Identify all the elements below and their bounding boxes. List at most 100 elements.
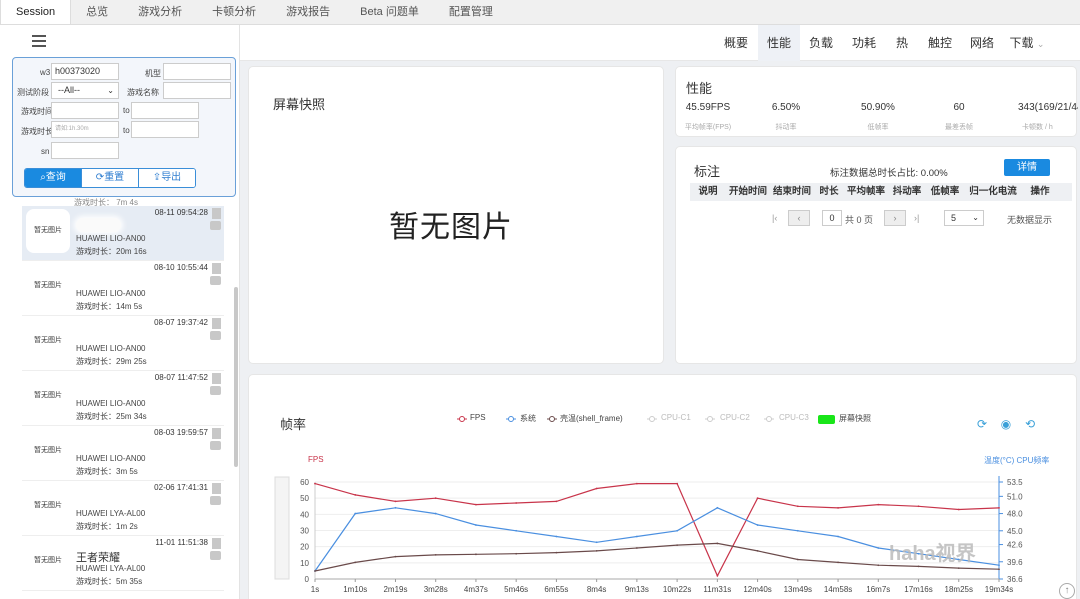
x-tick-label: 13m49s: [784, 585, 812, 594]
stage-select[interactable]: --All-- ⌄: [51, 82, 119, 99]
reset-button[interactable]: ⟳重置: [82, 169, 139, 187]
thumbnail-placeholder: 暂无图片: [26, 209, 70, 253]
data-point: [716, 542, 719, 545]
session-device: HUAWEI LIO-AN00: [76, 289, 146, 298]
tab-download[interactable]: 下载 ⌄: [1004, 25, 1050, 61]
w3-label: w3: [40, 68, 51, 77]
performance-card: 性能 45.59FPS 平均帧率(FPS) 6.50% 抖动率 50.90% 低…: [675, 66, 1078, 137]
thumbnail-placeholder: 暂无图片: [26, 264, 70, 308]
session-item[interactable]: 暂无图片 02-06 17:41:31 HUAWEI LYA-AL00 游戏时长…: [22, 481, 224, 536]
file-icon[interactable]: [212, 373, 221, 384]
session-item[interactable]: 暂无图片 08-11 09:54:28 HUAWEI LIO-AN00 游戏时长…: [22, 206, 224, 261]
tab-performance[interactable]: 性能: [758, 25, 800, 61]
tab-game-analysis[interactable]: 游戏分析: [123, 0, 197, 24]
data-point: [394, 500, 397, 503]
data-point: [595, 541, 598, 544]
query-button[interactable]: ⌕查询: [25, 169, 82, 187]
jank-count-value: 343(169/21/44: [1018, 102, 1078, 113]
game-length-end-input[interactable]: [131, 121, 199, 138]
file-icon[interactable]: [212, 263, 221, 274]
tab-jank-analysis[interactable]: 卡顿分析: [197, 0, 271, 24]
tab-beta-issues[interactable]: Beta 问题单: [345, 0, 434, 24]
y-tick-label: 10: [300, 559, 309, 568]
game-name-input[interactable]: [163, 82, 231, 99]
tab-overview[interactable]: 总览: [71, 0, 123, 24]
session-item[interactable]: 暂无图片 08-03 19:59:57 HUAWEI LIO-AN00 游戏时长…: [22, 426, 224, 481]
refresh-icon: ⟳: [95, 172, 105, 183]
game-time-start-input[interactable]: [51, 102, 119, 119]
tab-game-report[interactable]: 游戏报告: [271, 0, 345, 24]
tab-config[interactable]: 配置管理: [434, 0, 508, 24]
jitter-label: 抖动率: [775, 124, 797, 131]
tab-network[interactable]: 网络: [962, 25, 1002, 61]
y-right-tick-label: 53.5: [1007, 478, 1023, 487]
filter-actions: ⌕查询 ⟳重置 ⇪导出: [24, 168, 196, 188]
game-time-end-input[interactable]: [131, 102, 199, 119]
game-length-start-input[interactable]: 请如:1h.30m: [51, 121, 119, 138]
sn-input[interactable]: [51, 142, 119, 159]
data-point: [555, 535, 558, 538]
data-point: [354, 494, 357, 496]
y-tick-label: 30: [300, 527, 309, 536]
file-icon[interactable]: [212, 318, 221, 329]
x-tick-label: 12m40s: [743, 585, 771, 594]
tab-power[interactable]: 功耗: [844, 25, 884, 61]
x-tick-label: 17m16s: [904, 585, 932, 594]
data-point: [515, 552, 518, 555]
export-button[interactable]: ⇪导出: [139, 169, 195, 187]
camera-icon[interactable]: [210, 276, 221, 285]
session-date: 08-03 19:59:57: [154, 428, 208, 437]
file-icon[interactable]: [212, 428, 221, 439]
data-point: [635, 547, 638, 549]
session-item[interactable]: 暂无图片 08-10 10:55:44 HUAWEI LIO-AN00 游戏时长…: [22, 261, 224, 316]
file-icon[interactable]: [212, 208, 221, 219]
thumbnail-placeholder: 暂无图片: [26, 374, 70, 418]
camera-icon[interactable]: [210, 386, 221, 395]
camera-icon[interactable]: [210, 551, 221, 560]
session-date: 11-01 11:51:38: [155, 538, 208, 547]
camera-icon[interactable]: [210, 441, 221, 450]
scrollbar[interactable]: [234, 287, 238, 467]
session-item[interactable]: 暂无图片 08-07 11:47:52 HUAWEI LIO-AN00 游戏时长…: [22, 371, 224, 426]
y-tick-label: 60: [300, 478, 309, 487]
session-item[interactable]: 暂无图片 11-01 11:51:38 王者荣耀 HUAWEI LYA-AL00…: [22, 536, 224, 591]
low-fps-label: 低帧率: [867, 124, 889, 131]
model-input[interactable]: [163, 63, 231, 80]
session-item[interactable]: 暂无图片 08-07 19:37:42 HUAWEI LIO-AN00 游戏时长…: [22, 316, 224, 371]
data-point: [676, 482, 679, 485]
annotation-title: 标注: [694, 164, 721, 179]
data-point: [314, 482, 316, 485]
file-icon[interactable]: [212, 538, 221, 549]
w3-input[interactable]: h00373020: [51, 63, 119, 80]
menu-icon[interactable]: [32, 35, 46, 47]
thumbnail-placeholder: 暂无图片: [26, 429, 70, 473]
prev-page-button[interactable]: ‹: [788, 210, 810, 226]
data-point: [756, 497, 759, 500]
camera-icon[interactable]: [210, 496, 221, 505]
tab-load[interactable]: 负载: [802, 25, 840, 61]
data-point: [475, 553, 477, 556]
jitter-value: 6.50%: [771, 102, 801, 113]
data-point: [837, 535, 839, 538]
tab-session[interactable]: Session: [0, 0, 72, 24]
first-page-icon[interactable]: |‹: [772, 213, 777, 223]
page-size-select[interactable]: 5 ⌄: [944, 210, 984, 226]
camera-icon[interactable]: [210, 331, 221, 340]
y-right-tick-label: 45.0: [1007, 527, 1023, 536]
chevron-down-icon: ⌄: [107, 86, 114, 95]
file-icon[interactable]: [212, 483, 221, 494]
last-page-icon[interactable]: ›|: [914, 213, 919, 223]
y-tick-label: 0: [305, 575, 310, 584]
page-input[interactable]: 0: [822, 210, 842, 226]
tab-touch[interactable]: 触控: [920, 25, 960, 61]
tab-summary[interactable]: 概要: [716, 25, 756, 61]
details-button[interactable]: 详情: [1004, 159, 1050, 176]
data-point: [354, 561, 357, 564]
empty-text: 无数据显示: [1007, 215, 1053, 225]
chevron-down-icon: ⌄: [972, 213, 979, 222]
camera-icon[interactable]: [210, 221, 221, 230]
data-point: [434, 553, 437, 556]
next-page-button[interactable]: ›: [884, 210, 906, 226]
tab-thermal[interactable]: 热: [888, 25, 916, 61]
scroll-top-icon[interactable]: ↑: [1059, 583, 1075, 599]
